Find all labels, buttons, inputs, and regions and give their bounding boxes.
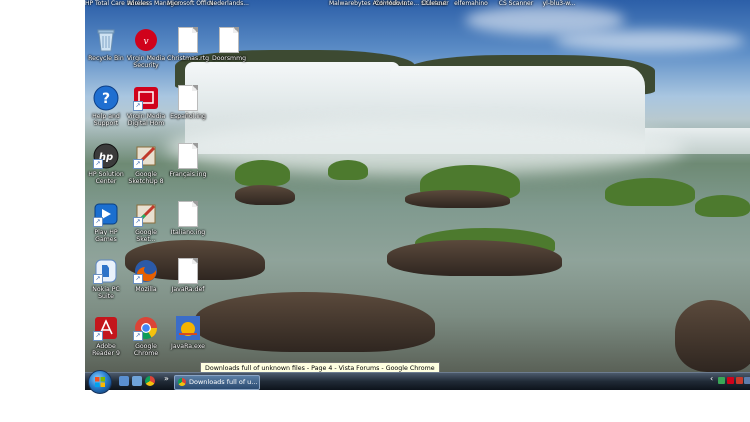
- icon-label: Nokia PC Suite: [92, 286, 120, 300]
- security-icon[interactable]: [727, 377, 734, 384]
- document-icon: [178, 258, 198, 284]
- icon-label: Mozilla: [135, 286, 157, 293]
- desktop-icon-label[interactable]: Malwarebytes Anti-Malwa...: [329, 0, 412, 7]
- shortcut-arrow-icon: ↗: [93, 217, 103, 227]
- desktop-icon-google-sketchup[interactable]: ↗ Google SketchUp 8: [125, 143, 167, 185]
- desktop-icon-label[interactable]: CCleaner: [419, 0, 451, 7]
- document-icon: [178, 27, 198, 53]
- icon-label: Italiano.ing: [170, 229, 206, 236]
- hp-icon: hp ↗: [93, 143, 119, 169]
- desktop-icon-label[interactable]: CS Scanner: [495, 0, 537, 7]
- shortcut-arrow-icon: ↗: [93, 331, 103, 341]
- icon-label: Doorsmmg: [211, 55, 247, 62]
- desktop-icon-play-hp-games[interactable]: ↗ Play HP Games: [85, 201, 127, 243]
- desktop-icon-doorsmmg[interactable]: Doorsmmg: [208, 27, 250, 62]
- taskbar: » Downloads full of u... ‹: [85, 370, 750, 394]
- desktop-icon-mozilla[interactable]: ↗ Mozilla: [125, 258, 167, 293]
- desktop-icon-label[interactable]: yl-blu3-w...: [537, 0, 581, 7]
- desktop-icon-adobe-reader[interactable]: ↗ Adobe Reader 9: [85, 315, 127, 357]
- taskbar-button-chrome[interactable]: Downloads full of u...: [174, 375, 260, 390]
- system-tray: ‹: [710, 374, 750, 388]
- desktop-icon-espanol[interactable]: Español.ing: [167, 85, 209, 120]
- shortcut-arrow-icon: ↗: [133, 331, 143, 341]
- icon-label: HP Solution Center: [88, 171, 124, 185]
- shortcut-arrow-icon: ↗: [133, 217, 143, 227]
- desktop-icon-label[interactable]: Microsoft Office: [167, 0, 214, 7]
- desktop-icon-google-sketchup-2[interactable]: ↗ Google Sket...: [125, 201, 167, 243]
- document-icon: [178, 143, 198, 169]
- desktop-icon-label[interactable]: Wireless Manager: [127, 0, 180, 7]
- desktop-icon-nokia-pc-suite[interactable]: ↗ Nokia PC Suite: [85, 258, 127, 300]
- icon-label: Google SketchUp 8: [128, 171, 164, 185]
- desktop-icon-label[interactable]: Comodo Inte... Shortcut: [375, 0, 447, 7]
- sketchup-icon: ↗: [133, 201, 159, 227]
- shortcut-arrow-icon: ↗: [93, 274, 103, 284]
- document-icon: [178, 85, 198, 111]
- chrome-icon: [178, 378, 186, 386]
- start-button[interactable]: [88, 370, 112, 394]
- virgin-media-home-icon: ↗: [133, 85, 159, 111]
- svg-text:v: v: [143, 37, 148, 47]
- desktop-icon-label[interactable]: HP Total Care Advisor: [85, 0, 149, 7]
- taskbar-button-label: Downloads full of u...: [189, 378, 258, 386]
- top-icon-row: HP Total Care Advisor Wireless Manager M…: [85, 0, 750, 14]
- games-icon: ↗: [93, 201, 119, 227]
- desktop-icon-christmas-rtf[interactable]: Christmas.rtg: [167, 27, 209, 62]
- virgin-media-icon: v: [133, 27, 159, 53]
- sketchup-icon: ↗: [133, 143, 159, 169]
- volume-icon[interactable]: [744, 377, 750, 384]
- help-icon: ?: [93, 85, 119, 111]
- network-icon[interactable]: [718, 377, 725, 384]
- shortcut-arrow-icon: ↗: [133, 274, 143, 284]
- shortcut-arrow-icon: ↗: [133, 101, 143, 111]
- desktop-icon-italiano[interactable]: Italiano.ing: [167, 201, 209, 236]
- desktop-icon-google-chrome[interactable]: ↗ Google Chrome: [125, 315, 167, 357]
- firefox-icon: ↗: [133, 258, 159, 284]
- tray-expand-icon[interactable]: ‹: [710, 374, 713, 383]
- icon-label: Français.ing: [169, 171, 207, 178]
- desktop-icon-label[interactable]: Nederlands...: [209, 0, 249, 7]
- desktop-icon-javara-exe[interactable]: JavaRa.exe: [167, 315, 209, 350]
- recycle-bin-icon: [93, 27, 119, 53]
- chrome-quicklaunch-icon[interactable]: [145, 376, 155, 386]
- shortcut-arrow-icon: ↗: [93, 159, 103, 169]
- windows-logo-icon: [95, 377, 105, 387]
- icon-label: Español.ing: [170, 113, 206, 120]
- javara-icon: [175, 315, 201, 341]
- icon-label: Virgin Media Security: [126, 55, 166, 69]
- desktop-icon-francais[interactable]: Français.ing: [167, 143, 209, 178]
- alert-icon[interactable]: [736, 377, 743, 384]
- show-desktop-icon[interactable]: [119, 376, 129, 386]
- desktop-icon-virgin-media-security[interactable]: v Virgin Media Security: [125, 27, 167, 69]
- icon-label: Recycle Bin: [88, 55, 124, 62]
- icon-label: JavaRa.def: [171, 286, 205, 293]
- icon-label: Google Chrome: [133, 343, 159, 357]
- chrome-icon: ↗: [133, 315, 159, 341]
- svg-text:?: ?: [102, 91, 110, 107]
- icon-label: Google Sket...: [135, 229, 157, 243]
- shortcut-arrow-icon: ↗: [133, 159, 143, 169]
- icon-label: Help and Support: [92, 113, 120, 127]
- document-icon: [178, 201, 198, 227]
- icon-label: Adobe Reader 9: [92, 343, 120, 357]
- icon-label: Christmas.rtg: [167, 55, 210, 62]
- desktop-icon-help-and-support[interactable]: ? Help and Support: [85, 85, 127, 127]
- icon-label: JavaRa.exe: [171, 343, 205, 350]
- desktop: HP Total Care Advisor Wireless Manager M…: [85, 0, 750, 372]
- icon-label: Virgin Media Digital Hom: [126, 113, 166, 127]
- nokia-icon: ↗: [93, 258, 119, 284]
- desktop-icon-recycle-bin[interactable]: Recycle Bin: [85, 27, 127, 62]
- document-icon: [219, 27, 239, 53]
- desktop-icon-hp-solution-center[interactable]: hp ↗ HP Solution Center: [85, 143, 127, 185]
- desktop-icon-javara-def[interactable]: JavaRa.def: [167, 258, 209, 293]
- quick-launch-more-button[interactable]: »: [164, 374, 169, 383]
- desktop-icon-label[interactable]: elfemahino: [451, 0, 491, 7]
- adobe-reader-icon: ↗: [93, 315, 119, 341]
- icon-label: Play HP Games: [94, 229, 118, 243]
- desktop-icon-virgin-media-digital-home[interactable]: ↗ Virgin Media Digital Hom: [125, 85, 167, 127]
- switch-windows-icon[interactable]: [132, 376, 142, 386]
